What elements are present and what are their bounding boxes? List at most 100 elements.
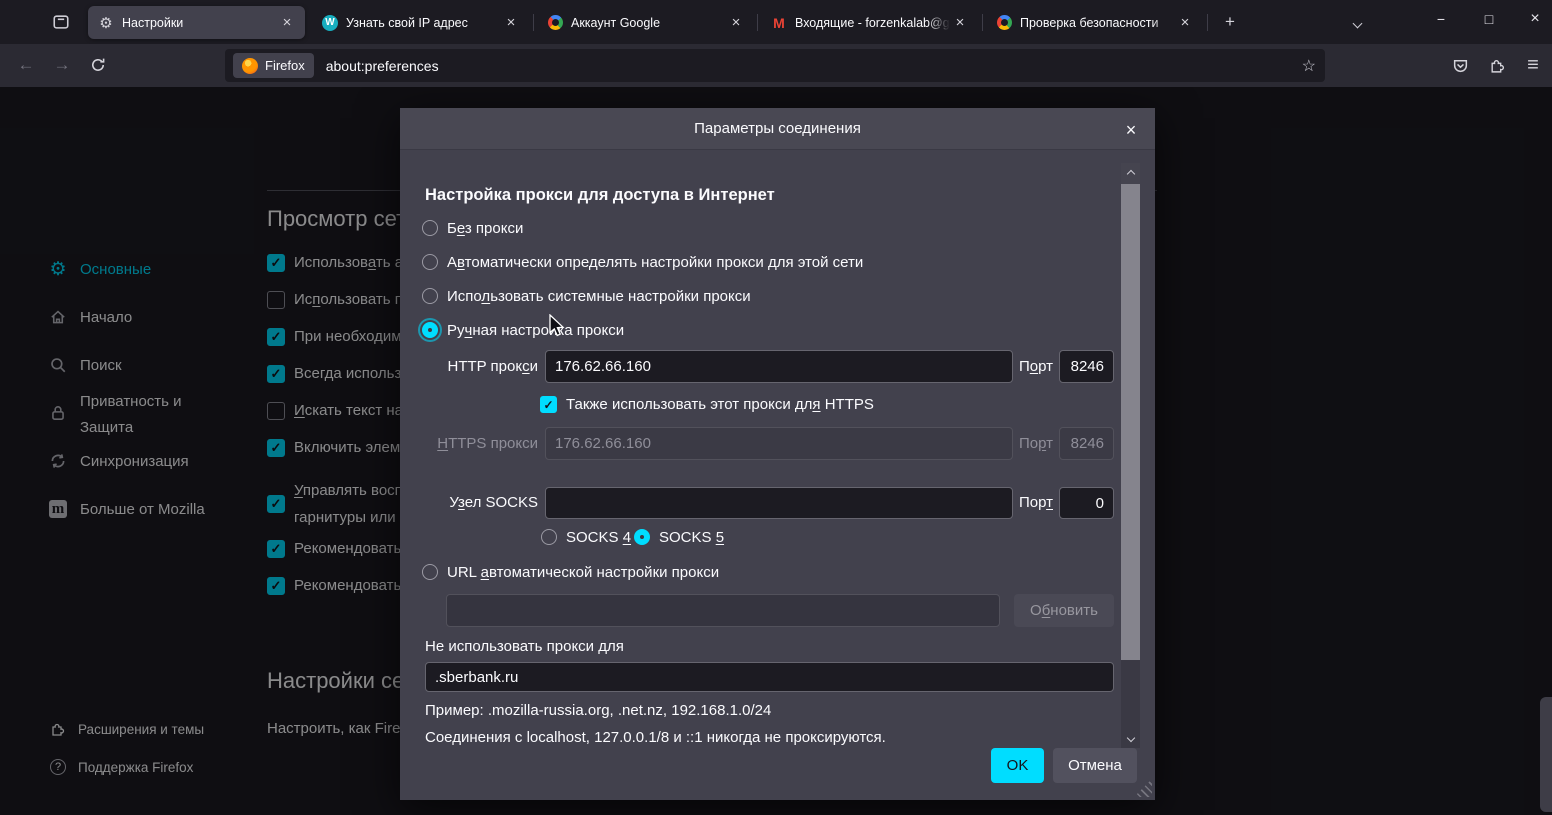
app-menu-button[interactable]: ≡ [1517, 49, 1549, 81]
maximize-button[interactable]: □ [1466, 0, 1512, 38]
ok-button[interactable]: OK [991, 748, 1044, 783]
navigation-toolbar: ← → Firefox about:preferences ☆ ≡ [0, 44, 1552, 87]
radio-socks5[interactable] [634, 529, 650, 545]
https-share-checkbox[interactable]: ✓ [540, 396, 557, 413]
tab-close-icon[interactable]: × [726, 13, 746, 33]
radio-auto-detect[interactable] [422, 254, 438, 270]
page-scrollbar-thumb[interactable] [1540, 697, 1552, 812]
proxy-heading: Настройка прокси для доступа в Интернет [425, 186, 775, 205]
window-close-button[interactable]: × [1512, 0, 1552, 38]
browser-window: ⚙ Настройки × W Узнать свой IP адрес × А… [0, 0, 1552, 815]
connection-settings-dialog: Параметры соединения × Настройка прокси … [400, 108, 1155, 800]
radio-autoconfig-url[interactable] [422, 564, 438, 580]
tab-security-check[interactable]: Проверка безопасности × [986, 6, 1203, 39]
autoconfig-url-input [446, 594, 1000, 627]
dialog-resize-grip[interactable] [1134, 779, 1152, 797]
socks-port-label: Порт [1013, 487, 1053, 519]
tab-separator [1207, 14, 1208, 31]
radio-no-proxy[interactable] [422, 220, 438, 236]
minimize-button[interactable]: − [1418, 0, 1464, 38]
google-icon [548, 15, 563, 30]
socks-port-input[interactable] [1059, 487, 1114, 519]
gear-icon: ⚙ [98, 15, 114, 31]
https-proxy-label: HTTPS прокси [425, 427, 538, 460]
radio-system-proxy[interactable] [422, 288, 438, 304]
page-content: ⚙ Основные Начало Поиск Приватность иЗащ… [0, 87, 1552, 815]
gmail-icon: M [771, 15, 787, 31]
http-proxy-input[interactable] [545, 350, 1013, 383]
tab-close-icon[interactable]: × [950, 13, 970, 33]
no-proxy-input[interactable] [425, 662, 1114, 692]
list-all-tabs-button[interactable] [1344, 10, 1370, 36]
tab-close-icon[interactable]: × [501, 13, 521, 33]
new-tab-button[interactable]: + [1216, 8, 1244, 36]
site-favicon [547, 15, 563, 31]
dialog-scrollbar-thumb[interactable] [1121, 184, 1140, 660]
tab-google-account[interactable]: Аккаунт Google × [537, 6, 754, 39]
identity-chip[interactable]: Firefox [233, 53, 314, 78]
radio-label: URL автоматической настройки прокси [447, 564, 719, 581]
cancel-button[interactable]: Отмена [1053, 748, 1137, 783]
tab-ip-address[interactable]: W Узнать свой IP адрес × [312, 6, 529, 39]
tab-title: Настройки [122, 16, 277, 30]
radio-row-system-proxy: Использовать системные настройки прокси [422, 287, 751, 305]
forward-button[interactable]: → [46, 49, 78, 81]
back-button[interactable]: ← [10, 49, 42, 81]
pocket-button[interactable] [1444, 49, 1476, 81]
w-circle-icon: W [322, 15, 338, 31]
chevron-up-icon [1126, 169, 1134, 177]
mouse-cursor [546, 314, 568, 338]
radio-row-manual-proxy: Ручная настройка прокси [422, 321, 624, 339]
puzzle-icon [1489, 57, 1506, 74]
radio-row-no-proxy: Без прокси [422, 219, 523, 237]
bookmark-star-icon[interactable]: ☆ [1302, 56, 1316, 76]
dialog-title: Параметры соединения [694, 120, 861, 137]
radio-label: Без прокси [447, 220, 523, 237]
chevron-down-icon [1126, 733, 1134, 741]
tab-gmail-inbox[interactable]: M Входящие - forzenkalab@gmai × [761, 6, 978, 39]
http-port-input[interactable] [1059, 350, 1114, 383]
radio-label: SOCKS 4 [566, 529, 631, 546]
dialog-close-icon[interactable]: × [1120, 119, 1142, 141]
radio-socks4[interactable] [541, 529, 557, 545]
url-text: about:preferences [326, 58, 439, 74]
firefox-view-icon [52, 13, 70, 31]
https-proxy-input [545, 427, 1013, 460]
tab-separator [757, 14, 758, 31]
firefox-view-button[interactable] [46, 8, 76, 36]
no-proxy-label: Не использовать прокси для [425, 638, 624, 655]
chevron-down-icon [1352, 18, 1362, 28]
tab-title: Узнать свой IP адрес [346, 16, 501, 30]
example-text: Пример: .mozilla-russia.org, .net.nz, 19… [425, 702, 771, 719]
radio-row-auto-detect: Автоматически определять настройки прокс… [422, 253, 863, 271]
radio-row-socks4: SOCKS 4 [541, 528, 631, 546]
tab-separator [533, 14, 534, 31]
radio-manual-proxy[interactable] [422, 322, 438, 338]
socks-host-input[interactable] [545, 487, 1013, 519]
reload-button[interactable] [82, 49, 114, 81]
tab-title: Проверка безопасности [1020, 16, 1175, 30]
https-port-input [1059, 427, 1114, 460]
identity-label: Firefox [265, 58, 305, 73]
tab-close-icon[interactable]: × [277, 13, 297, 33]
scroll-up-button[interactable] [1121, 163, 1140, 184]
google-icon [997, 15, 1012, 30]
radio-label: SOCKS 5 [659, 529, 724, 546]
reload-icon [90, 57, 106, 73]
tab-close-icon[interactable]: × [1175, 13, 1195, 33]
pocket-icon [1452, 57, 1469, 74]
site-favicon: W [322, 15, 338, 31]
dialog-titlebar: Параметры соединения × [400, 108, 1155, 150]
dialog-scrollbar[interactable] [1121, 163, 1140, 748]
https-share-row: ✓ Также использовать этот прокси для HTT… [540, 396, 874, 413]
socks-host-label: Узел SOCKS [425, 487, 538, 519]
http-port-label: Порт [1013, 350, 1053, 383]
http-proxy-label: HTTP прокси [425, 350, 538, 383]
tab-separator [982, 14, 983, 31]
tab-title: Входящие - forzenkalab@gmai [795, 16, 950, 30]
url-bar[interactable]: Firefox about:preferences ☆ [225, 49, 1325, 82]
extensions-button[interactable] [1481, 49, 1513, 81]
firefox-logo-icon [242, 58, 258, 74]
tab-settings[interactable]: ⚙ Настройки × [88, 6, 305, 39]
scroll-down-button[interactable] [1121, 727, 1140, 748]
